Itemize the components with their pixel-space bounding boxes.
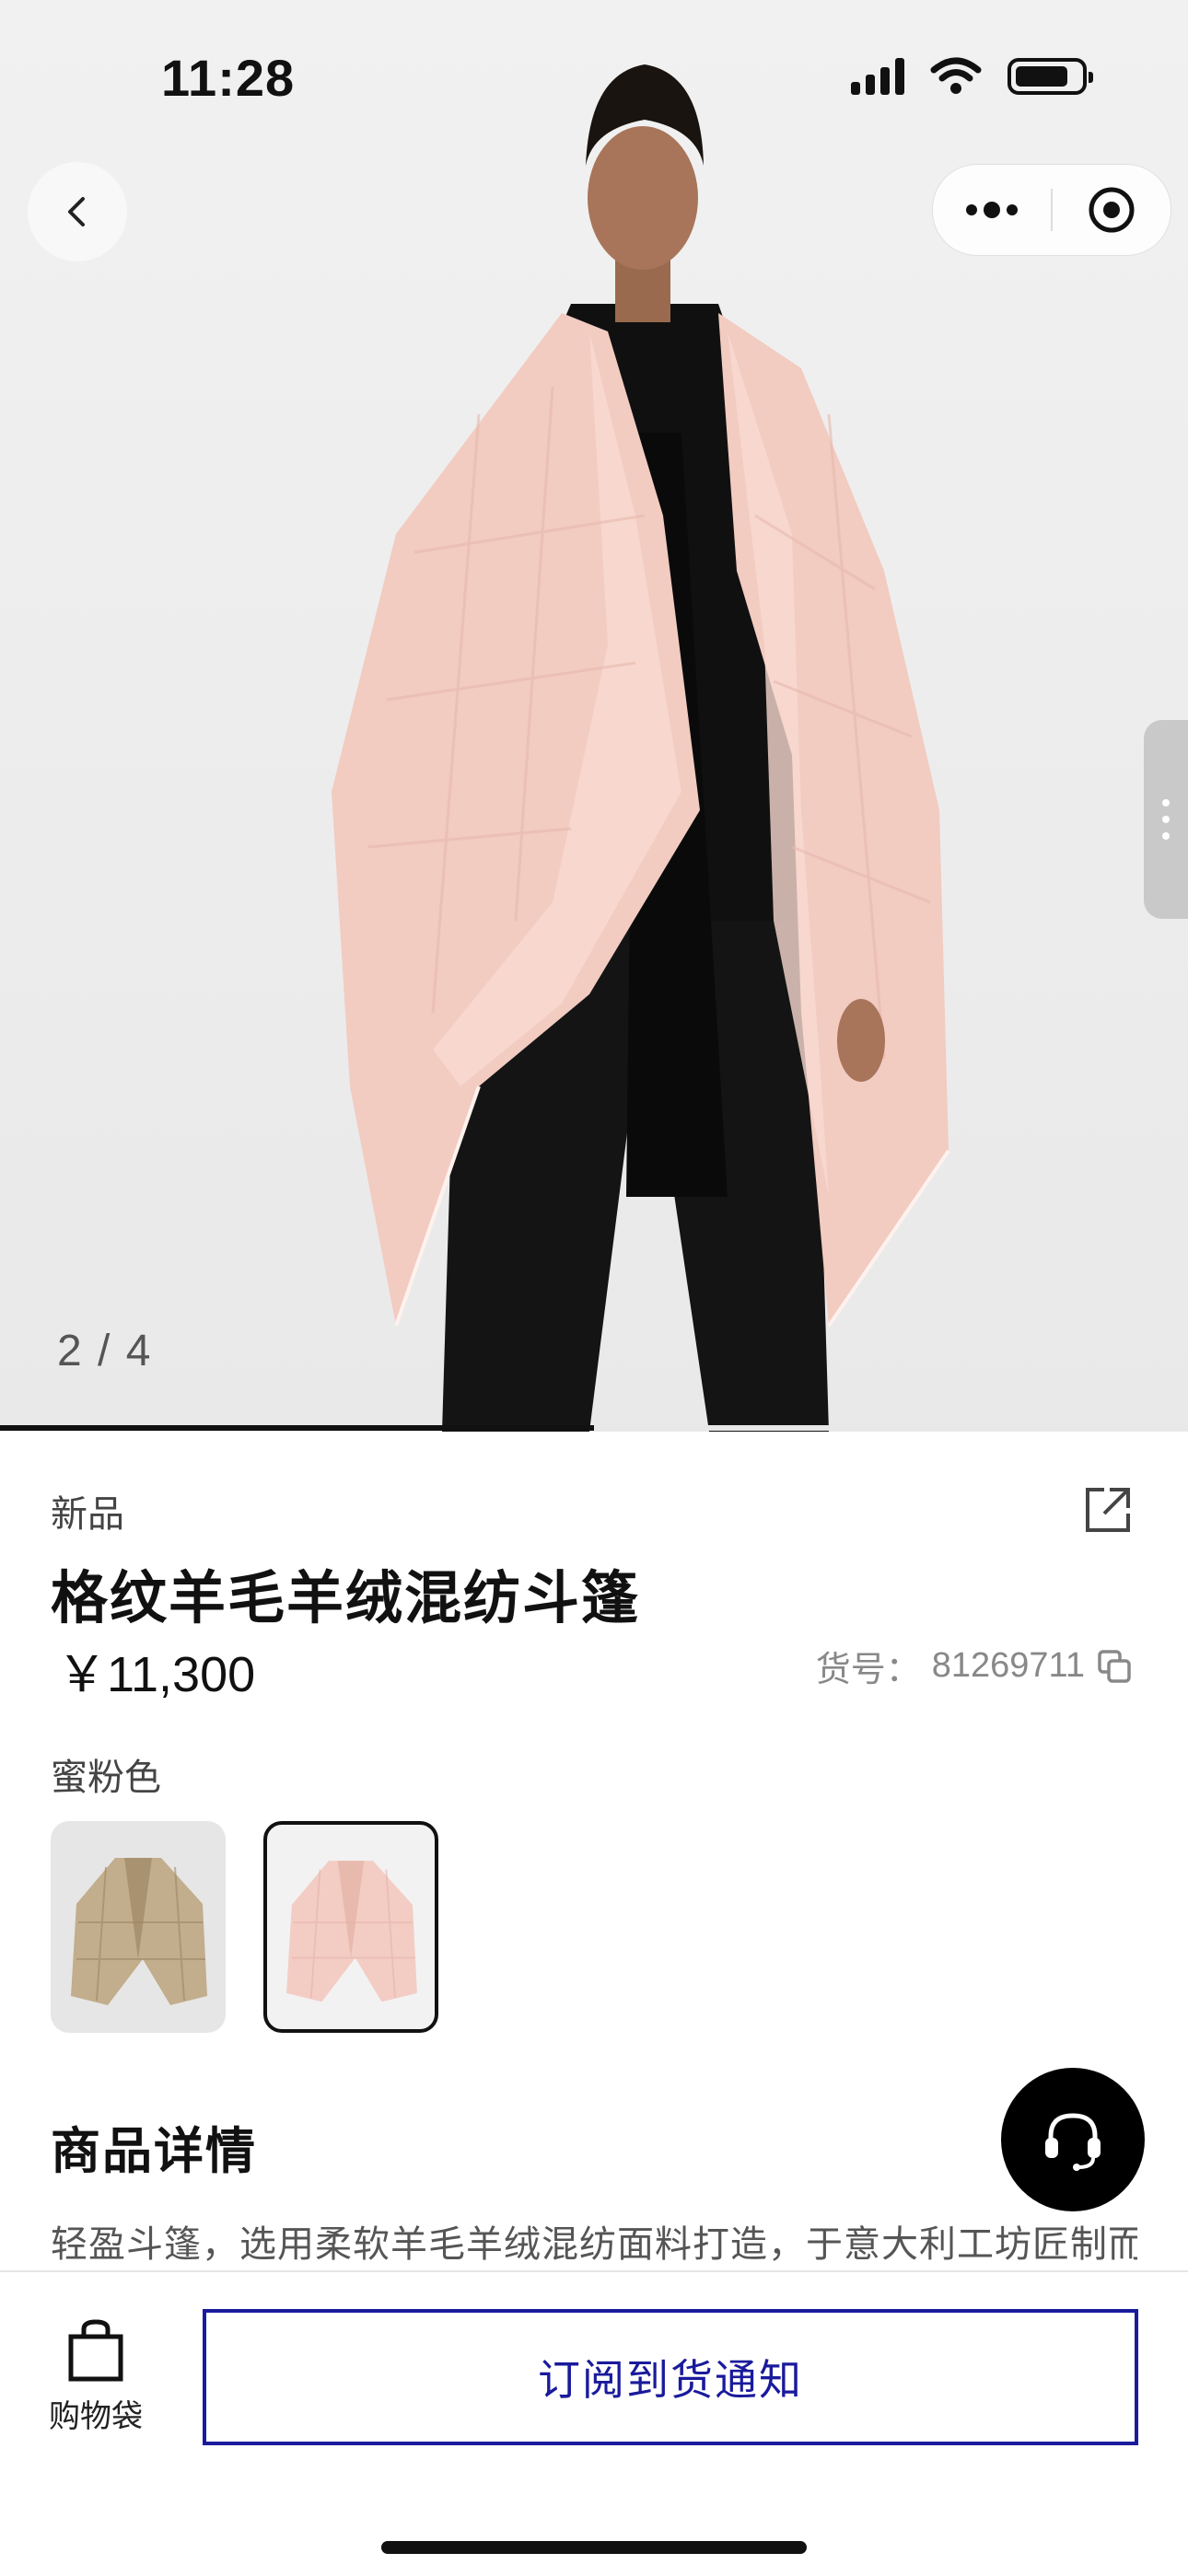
cellular-signal-icon	[851, 58, 904, 95]
more-button[interactable]	[933, 165, 1051, 255]
new-tag: 新品	[51, 1494, 124, 1535]
customer-service-button[interactable]	[1001, 2068, 1145, 2211]
status-time: 11:28	[161, 49, 296, 107]
color-swatch-pink[interactable]	[263, 1821, 438, 2033]
details-description: 轻盈斗篷，选用柔软羊毛羊绒混纺面料打造，于意大利工坊匠制而	[51, 2224, 1137, 2265]
swatch-beige-image	[71, 1858, 207, 2005]
status-bar: 11:28	[0, 0, 1188, 157]
headset-icon	[1045, 2113, 1101, 2171]
sku-label: 货号：	[815, 1651, 921, 1689]
product-title: 格纹羊毛羊绒混纺斗篷	[51, 1567, 641, 1630]
shopping-bag-icon	[68, 2319, 123, 2382]
back-button[interactable]	[28, 162, 127, 261]
shopping-bag-button[interactable]: 购物袋	[44, 2318, 147, 2436]
more-dots-icon	[966, 202, 1018, 218]
image-counter: 2 / 4	[57, 1327, 153, 1375]
chevron-left-icon	[68, 197, 85, 226]
shopping-bag-label: 购物袋	[49, 2399, 143, 2434]
share-icon[interactable]	[1082, 1484, 1134, 1536]
product-sku: 货号： 81269711	[816, 1641, 1133, 1691]
bottom-action-bar: 购物袋 订阅到货通知	[0, 2270, 1188, 2576]
gallery-progress-track	[0, 1425, 1188, 1431]
color-swatch-beige[interactable]	[51, 1821, 226, 2033]
sku-value: 81269711	[931, 1646, 1085, 1685]
close-button[interactable]	[1053, 165, 1171, 255]
mini-program-capsule	[932, 164, 1171, 256]
wifi-icon	[930, 57, 982, 94]
subscribe-restock-button[interactable]: 订阅到货通知	[203, 2309, 1138, 2445]
copy-icon[interactable]	[1096, 1648, 1133, 1685]
target-icon	[1089, 187, 1135, 233]
details-title: 商品详情	[51, 2124, 257, 2179]
battery-icon	[1007, 58, 1093, 95]
product-price: ￥11,300	[57, 1647, 256, 1702]
side-drawer-handle[interactable]	[1144, 720, 1188, 919]
gallery-progress-fill	[0, 1425, 594, 1431]
status-icons	[851, 57, 1093, 96]
swatch-pink-image	[286, 1861, 417, 2002]
home-indicator	[381, 2541, 807, 2554]
color-name: 蜜粉色	[51, 1758, 161, 1798]
